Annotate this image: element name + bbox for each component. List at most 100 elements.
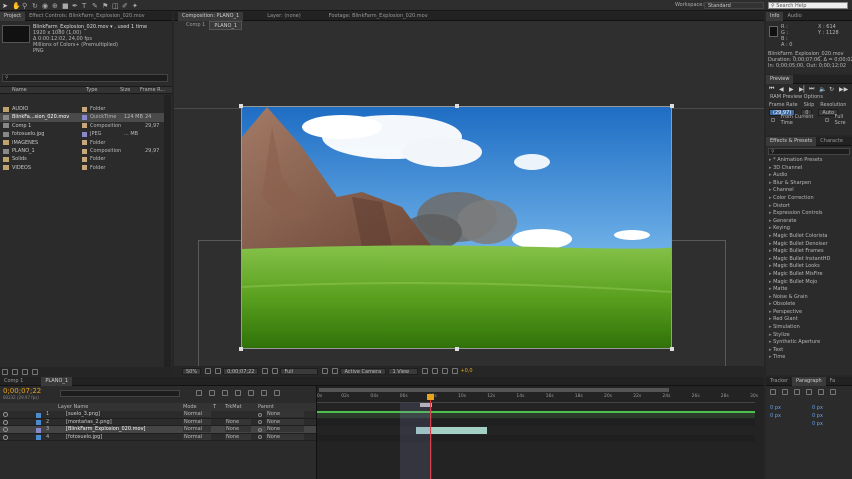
justify-all-icon[interactable] (830, 389, 836, 395)
column-trkmat[interactable]: TrkMat (225, 404, 242, 410)
project-item[interactable]: Solids Folder (0, 155, 164, 163)
views-select[interactable]: 1 View (388, 367, 419, 375)
new-folder-icon[interactable] (12, 368, 18, 375)
effects-category[interactable]: ▸ Channel (766, 187, 852, 195)
play-icon[interactable]: ▶ (789, 86, 799, 93)
effects-category[interactable]: ▸ Distort (766, 203, 852, 211)
timeline-timecode[interactable]: 0;00;07;22 (3, 387, 41, 395)
subtab-plano-1[interactable]: PLANO_1 (209, 21, 243, 30)
effects-category[interactable]: ▸ Audio (766, 172, 852, 180)
label-color-chip[interactable] (82, 106, 87, 112)
rectangle-tool-icon[interactable]: ■ (62, 2, 72, 10)
effects-category[interactable]: ▸ Time (766, 354, 852, 362)
transparency-icon[interactable] (332, 368, 339, 374)
timeline-search-input[interactable] (60, 390, 180, 397)
first-frame-icon[interactable]: ⏮ (769, 85, 779, 93)
time-navigator[interactable] (319, 388, 669, 392)
project-item[interactable]: VIDEOS Folder (0, 164, 164, 172)
layer-trkmat-select[interactable]: None (225, 426, 251, 433)
column-layer-name[interactable]: Layer Name (58, 404, 88, 410)
time-ruler[interactable]: 0s02s04s06s08s10s12s14s16s18s20s22s24s26… (317, 394, 758, 403)
layer-mode-select[interactable]: Normal (183, 411, 211, 417)
project-item[interactable]: PLANO_1 Composition 29,97 (0, 147, 164, 155)
pickwhip-icon[interactable] (258, 420, 262, 425)
layer-parent-select[interactable]: None (266, 433, 304, 440)
layer-name[interactable]: [suelo_3.png] (66, 411, 100, 417)
tab-footage[interactable]: Footage: BlinkFarm_Explosion_020.mov (325, 12, 432, 21)
pen-tool-icon[interactable]: ✒ (72, 2, 82, 10)
pickwhip-icon[interactable] (258, 412, 262, 417)
effects-category[interactable]: ▸ * Animation Presets (766, 157, 852, 165)
space-before-field[interactable]: 0 px (770, 412, 781, 420)
project-item[interactable]: BlinkFa...sion_020.mov QuickTime 124 MB 24 (0, 113, 164, 122)
tab-layer[interactable]: Layer: (none) (263, 12, 305, 21)
label-color-chip[interactable] (82, 140, 87, 146)
project-item[interactable]: AUDIO Folder (0, 105, 164, 113)
region-icon[interactable] (322, 368, 329, 374)
effects-category[interactable]: ▸ 3D Channel (766, 165, 852, 173)
fast-preview-icon[interactable] (422, 368, 429, 374)
playhead-handle[interactable] (427, 394, 434, 400)
timeline-icon[interactable] (432, 368, 439, 374)
effects-category[interactable]: ▸ Perspective (766, 309, 852, 317)
canvas-handle-bl[interactable] (239, 347, 243, 351)
column-type[interactable]: Type (86, 87, 97, 93)
effects-category[interactable]: ▸ Magic Bullet Denoiser (766, 241, 852, 249)
last-frame-icon[interactable]: ⏭ (809, 85, 819, 93)
hand-tool-icon[interactable]: ✋ (12, 2, 22, 10)
auto-keyframe-icon[interactable] (261, 390, 267, 396)
flowchart-icon[interactable] (442, 368, 449, 374)
timeline-tab-plano-1[interactable]: PLANO_1 (41, 376, 73, 386)
label-color-chip[interactable] (82, 165, 87, 171)
visibility-eye-icon[interactable] (3, 412, 8, 417)
from-current-checkbox[interactable] (771, 118, 775, 122)
visibility-eye-icon[interactable] (3, 427, 8, 433)
new-composition-icon[interactable] (22, 368, 28, 375)
column-t[interactable]: T (213, 404, 216, 410)
effects-category[interactable]: ▸ Color Correction (766, 195, 852, 203)
effects-category[interactable]: ▸ Generate (766, 218, 852, 226)
effects-category[interactable]: ▸ Keying (766, 225, 852, 233)
indent-right-field[interactable]: 0 px (812, 412, 823, 420)
label-color-chip[interactable] (82, 157, 87, 163)
layer-row[interactable]: 4 [fotosuelo.jpg] Normal None None (0, 433, 316, 442)
layer-mode-select[interactable]: Normal (183, 418, 211, 425)
roto-tool-icon[interactable]: ✐ (122, 2, 132, 10)
layer-name[interactable]: [fotosuelo.jpg] (66, 434, 102, 440)
effects-category[interactable]: ▸ Magic Bullet Frames (766, 248, 852, 256)
trash-icon[interactable] (32, 368, 38, 375)
shy-icon[interactable] (209, 390, 215, 396)
canvas-handle-tm[interactable] (455, 104, 459, 108)
effects-category[interactable]: ▸ Magic Bullet Mojo (766, 279, 852, 287)
tab-project[interactable]: Project (0, 11, 26, 21)
align-left-icon[interactable] (770, 389, 776, 395)
clone-tool-icon[interactable]: ⚑ (102, 2, 112, 10)
layer-duration-bar[interactable] (317, 419, 755, 426)
layer-trkmat-select[interactable]: None (225, 418, 251, 425)
layer-mode-select[interactable]: Normal (183, 433, 211, 440)
prev-frame-icon[interactable]: ◀ (779, 86, 789, 93)
layer-label-color[interactable] (36, 435, 41, 441)
layer-row[interactable]: 2 [montañas_2.png] Normal None None (0, 418, 316, 427)
layer-row[interactable]: 1 [suelo_3.png] Normal None (0, 411, 316, 419)
composition-canvas[interactable] (241, 106, 672, 349)
column-parent[interactable]: Parent (258, 404, 274, 410)
audio-icon[interactable]: 🔈 (819, 86, 829, 93)
layer-parent-select[interactable]: None (266, 426, 304, 433)
tab-paragraph[interactable]: Paragraph (792, 376, 826, 386)
tab-info[interactable]: Info (766, 11, 784, 21)
layer-name[interactable]: [montañas_2.png] (66, 419, 112, 425)
visibility-eye-icon[interactable] (3, 419, 8, 425)
brainstorm-icon[interactable] (248, 390, 254, 396)
mask-icon[interactable] (215, 368, 222, 374)
effects-category[interactable]: ▸ Magic Bullet InstantHD (766, 256, 852, 264)
camera-select[interactable]: Active Camera (340, 367, 387, 375)
visibility-eye-icon[interactable] (3, 434, 8, 440)
column-frame-rate[interactable]: Frame R... (140, 87, 165, 93)
motion-blur-icon[interactable] (235, 390, 241, 396)
tab-effects-presets[interactable]: Effects & Presets (766, 136, 817, 146)
layer-duration-bar[interactable] (317, 435, 755, 442)
layer-mode-select[interactable]: Normal (183, 426, 211, 433)
layer-trkmat-select[interactable]: None (225, 433, 251, 440)
selection-tool-icon[interactable]: ➤ (2, 2, 12, 10)
